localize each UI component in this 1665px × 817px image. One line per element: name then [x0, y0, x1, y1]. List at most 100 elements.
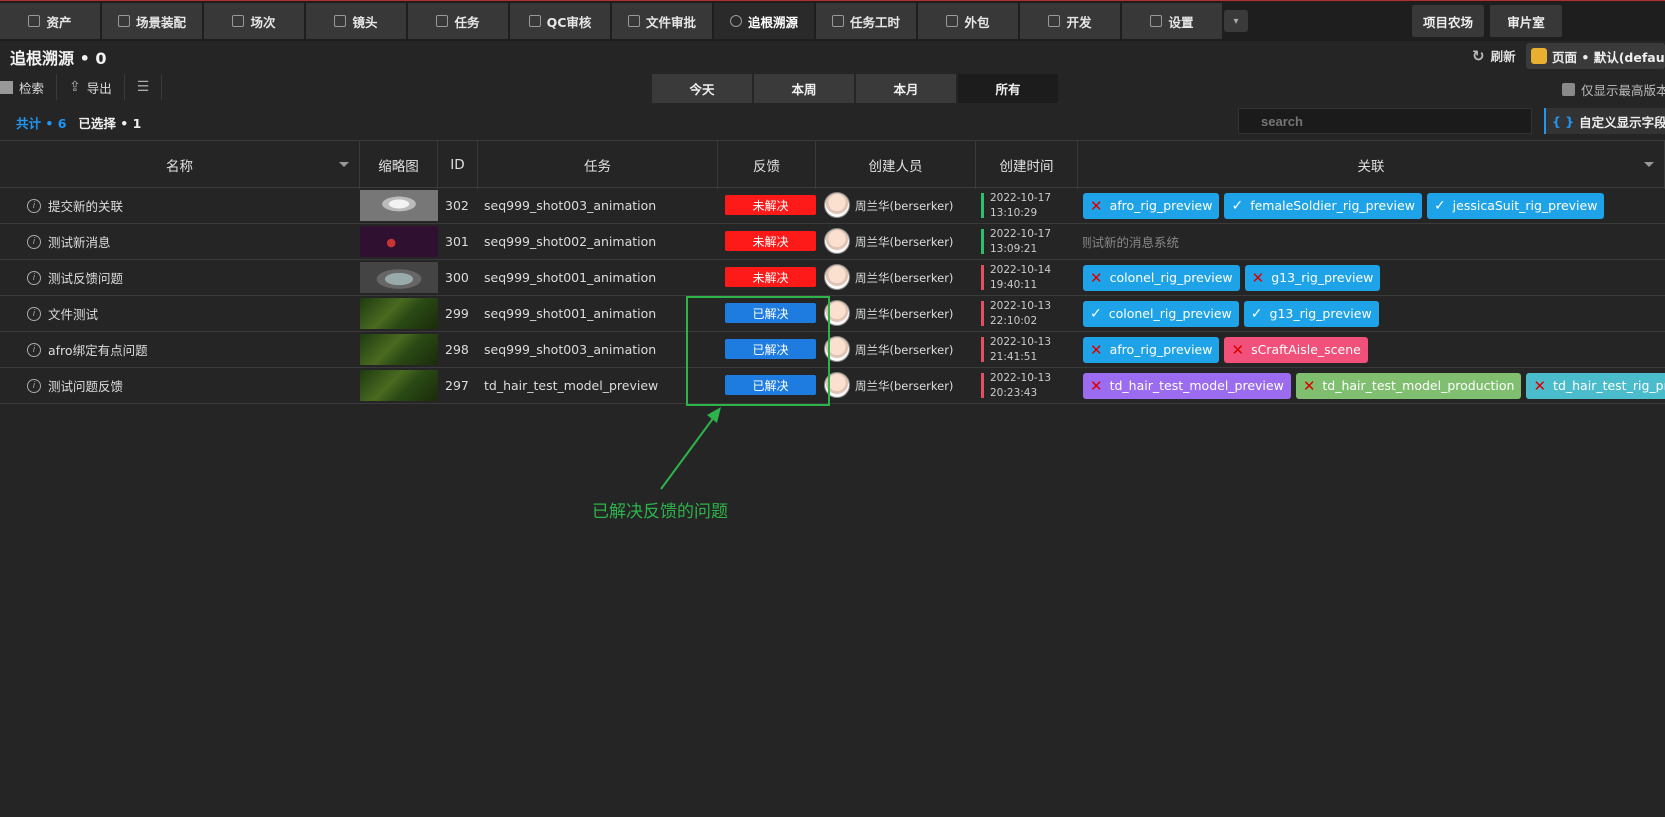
- cross-icon: ✕: [1231, 340, 1245, 359]
- custom-fields-label: 自定义显示字段: [1579, 114, 1665, 130]
- created-date: 2022-10-13: [990, 372, 1052, 384]
- thumbnail[interactable]: [360, 370, 438, 401]
- table-row[interactable]: i afro绑定有点问题 298 seq999_shot003_animation 已解…: [0, 332, 1665, 368]
- thumbnail[interactable]: [360, 190, 438, 221]
- created-time: 2022-10-13 22:10:02: [990, 299, 1051, 329]
- column-header-6[interactable]: 创建时间: [976, 141, 1078, 189]
- column-header-3[interactable]: 任务: [478, 141, 718, 189]
- tab-label: 开发: [1066, 14, 1092, 30]
- link-tag[interactable]: ✓ colonel_rig_preview: [1083, 300, 1239, 327]
- refresh-label: 刷新: [1490, 49, 1516, 64]
- link-label: td_hair_test_model_production: [1322, 378, 1515, 393]
- created-clock: 19:40:11: [990, 279, 1038, 291]
- link-tag[interactable]: ✕ afro_rig_preview: [1083, 336, 1220, 363]
- sort-caret-icon[interactable]: [339, 162, 349, 167]
- link-tag[interactable]: ✕ td_hair_test_model_production: [1295, 372, 1522, 399]
- sequence-icon: [232, 15, 245, 27]
- date-bar: [981, 265, 984, 290]
- time-filter-0[interactable]: 今天: [652, 74, 752, 103]
- table-row[interactable]: i 测试问题反馈 297 td_hair_test_model_preview 已解决周…: [0, 368, 1665, 404]
- tab-label: 场次: [250, 14, 276, 30]
- info-icon[interactable]: i: [27, 234, 41, 249]
- row-id: 302: [445, 198, 469, 213]
- counts: 共计 • 6 已选择 • 1: [16, 113, 141, 132]
- table-row[interactable]: i 测试反馈问题 300 seq999_shot001_animation 未解决 周兰华…: [0, 260, 1665, 296]
- refresh-button[interactable]: ↻ 刷新: [1472, 46, 1516, 65]
- tab-11[interactable]: 设置: [1122, 3, 1222, 39]
- link-tag[interactable]: ✕ sCraftAisle_scene: [1224, 336, 1368, 363]
- latest-only-checkbox[interactable]: 仅显示最高版本: [1562, 80, 1665, 99]
- tab-label: 文件审批: [645, 14, 696, 30]
- tab-9[interactable]: 外包: [918, 3, 1018, 39]
- tab-2[interactable]: 场次: [204, 3, 304, 39]
- export-button[interactable]: ⇪ 导出: [57, 74, 125, 100]
- export-label: 导出: [86, 80, 112, 96]
- list-view-button[interactable]: ☰: [125, 74, 163, 100]
- search-toggle-button[interactable]: 检索: [0, 74, 58, 100]
- name-cell: i 提交新的关联: [27, 188, 357, 223]
- time-filter-3[interactable]: 所有: [958, 74, 1058, 103]
- search-input[interactable]: [1238, 108, 1532, 134]
- link-tag[interactable]: ✓ jessicaSuit_rig_preview: [1426, 192, 1605, 219]
- custom-fields-button[interactable]: { } 自定义显示字段: [1544, 108, 1665, 134]
- link-tag[interactable]: ✕ colonel_rig_preview: [1083, 264, 1240, 291]
- info-icon[interactable]: i: [27, 270, 41, 285]
- column-header-1[interactable]: 缩略图: [360, 141, 438, 189]
- link-tag[interactable]: ✕ g13_rig_preview: [1244, 264, 1381, 291]
- tab-8[interactable]: 任务工时: [816, 3, 916, 39]
- status-badge[interactable]: 未解决: [725, 195, 816, 215]
- created-clock: 22:10:02: [990, 315, 1038, 327]
- tab-1[interactable]: 场景装配: [102, 3, 202, 39]
- row-task: seq999_shot001_animation: [484, 270, 657, 285]
- table-row[interactable]: i 文件测试 299 seq999_shot001_animation 已解决 周兰华(b…: [0, 296, 1665, 332]
- tab-6[interactable]: 文件审批: [612, 3, 712, 39]
- tab-4[interactable]: 任务: [408, 3, 508, 39]
- thumbnail[interactable]: [360, 226, 438, 257]
- thumbnail[interactable]: [360, 262, 438, 293]
- more-tabs-chevron-icon[interactable]: ▾: [1224, 10, 1248, 32]
- time-filter-2[interactable]: 本月: [856, 74, 956, 103]
- info-icon[interactable]: i: [27, 342, 41, 357]
- info-icon[interactable]: i: [27, 198, 41, 213]
- created-time: 2022-10-13 20:23:43: [990, 371, 1051, 401]
- link-tag[interactable]: ✓ femaleSoldier_rig_preview: [1224, 192, 1422, 219]
- sort-caret-icon[interactable]: [1644, 162, 1654, 167]
- column-header-2[interactable]: ID: [438, 141, 478, 189]
- tab-3[interactable]: 镜头: [306, 3, 406, 39]
- cross-icon: ✕: [1090, 376, 1103, 395]
- link-tag[interactable]: ✓ g13_rig_preview: [1243, 300, 1379, 327]
- tab-7[interactable]: 追根溯源: [714, 3, 814, 39]
- page-layout-selector[interactable]: 页面 • 默认(default): [1526, 43, 1665, 69]
- tab-label: 资产: [46, 14, 72, 30]
- status-badge[interactable]: 未解决: [725, 267, 816, 287]
- column-header-7[interactable]: 关联: [1078, 141, 1665, 189]
- page-layout-label: 页面 • 默认(default): [1552, 49, 1665, 65]
- link-tag[interactable]: ✕ td_hair_test_model_preview: [1083, 372, 1291, 399]
- review-room-button[interactable]: 审片室: [1490, 5, 1562, 37]
- trace-icon: [729, 15, 742, 27]
- thumbnail[interactable]: [360, 334, 438, 365]
- info-icon[interactable]: i: [27, 306, 41, 321]
- table-row[interactable]: i 提交新的关联 302 seq999_shot003_animation 未解决 周兰华…: [0, 188, 1665, 224]
- info-icon[interactable]: i: [27, 378, 41, 393]
- row-id: 298: [445, 342, 469, 357]
- table-row[interactable]: i 测试新消息 301 seq999_shot002_animation 未解决 周兰华(…: [0, 224, 1665, 260]
- status-badge[interactable]: 未解决: [725, 231, 816, 251]
- tab-5[interactable]: QC审核: [510, 3, 610, 39]
- column-header-4[interactable]: 反馈: [718, 141, 816, 189]
- column-header-0[interactable]: 名称: [0, 141, 360, 189]
- link-tag[interactable]: ✕ td_hair_test_rig_production: [1526, 372, 1665, 399]
- cross-icon: ✕: [1533, 376, 1547, 395]
- link-label: g13_rig_preview: [1271, 270, 1374, 285]
- tab-0[interactable]: 资产: [0, 3, 100, 39]
- row-name: 文件测试: [48, 307, 99, 322]
- column-header-5[interactable]: 创建人员: [816, 141, 976, 189]
- created-date: 2022-10-17: [990, 192, 1052, 204]
- time-filter-1[interactable]: 本周: [754, 74, 854, 103]
- created-time: 2022-10-13 21:41:51: [990, 335, 1051, 365]
- row-id: 299: [445, 306, 469, 321]
- thumbnail[interactable]: [360, 298, 438, 329]
- project-farm-button[interactable]: 项目农场: [1412, 5, 1484, 37]
- link-tag[interactable]: ✕ afro_rig_preview: [1083, 192, 1220, 219]
- tab-10[interactable]: 开发: [1020, 3, 1120, 39]
